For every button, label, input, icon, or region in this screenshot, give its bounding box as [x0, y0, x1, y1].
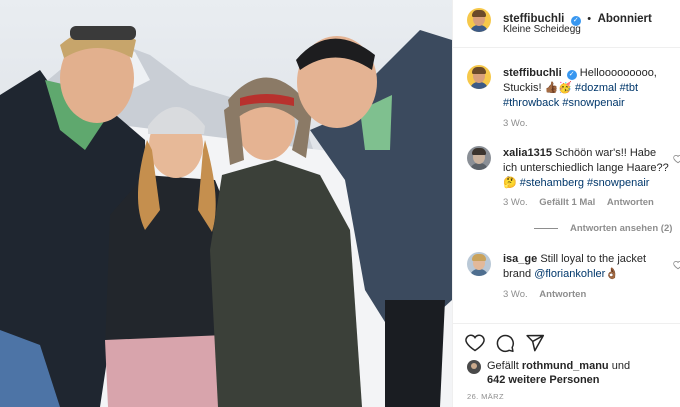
- caption-time[interactable]: 3 Wo.: [503, 118, 528, 129]
- comment-text: xalia1315 Schöön war's!! Habe ich unters…: [503, 146, 673, 191]
- comment-likes[interactable]: Gefällt 1 Mal: [539, 197, 595, 208]
- separator-dot: •: [587, 13, 592, 25]
- hashtag-link[interactable]: #throwback: [503, 97, 559, 109]
- likes-suffix: und: [611, 360, 631, 372]
- comment-icon[interactable]: [495, 333, 515, 353]
- likes-summary: Gefällt rothmund_manu und 642 weitere Pe…: [487, 359, 630, 387]
- caption-meta: 3 Wo.: [503, 118, 537, 129]
- group-photo-illustration: [0, 26, 452, 407]
- mention-link[interactable]: @floriankohler: [534, 268, 605, 280]
- commenter-avatar[interactable]: [467, 146, 491, 170]
- share-icon[interactable]: [525, 333, 545, 353]
- hashtag-link[interactable]: #snowpenair: [587, 177, 649, 189]
- view-replies-button[interactable]: Antworten ansehen (2): [534, 223, 672, 234]
- follow-status-button[interactable]: Abonniert: [598, 13, 652, 25]
- hashtag-link[interactable]: #snowpenair: [562, 97, 624, 109]
- commenter-username-link[interactable]: xalia1315: [503, 147, 552, 159]
- comment-time[interactable]: 3 Wo.: [503, 289, 528, 300]
- heart-icon[interactable]: [465, 333, 485, 353]
- replies-divider: [534, 227, 558, 229]
- caption-username-link[interactable]: steffibuchli: [503, 67, 562, 79]
- verified-badge-icon: ✓: [566, 70, 577, 80]
- post-photo[interactable]: [0, 0, 452, 407]
- post-header: steffibuchli ✓ • Abonniert Kleine Scheid…: [453, 0, 680, 48]
- reply-button[interactable]: Antworten: [539, 289, 586, 300]
- post-side-panel: steffibuchli ✓ • Abonniert Kleine Scheid…: [452, 0, 680, 407]
- liker-avatar[interactable]: [467, 360, 481, 374]
- reply-button[interactable]: Antworten: [607, 197, 654, 208]
- hashtag-link[interactable]: #tbt: [620, 82, 638, 94]
- location-link[interactable]: Kleine Scheidegg: [503, 24, 581, 35]
- hashtag-link[interactable]: #dozmal: [575, 82, 617, 94]
- commenter-avatar[interactable]: [467, 252, 491, 276]
- post-date[interactable]: 26. MÄRZ: [467, 392, 504, 401]
- caption-author-avatar[interactable]: [467, 65, 491, 89]
- comment-meta: 3 Wo. Antworten: [503, 289, 595, 300]
- comment-emoji: 👌🏾: [605, 268, 619, 280]
- likes-prefix: Gefällt: [487, 360, 519, 372]
- comment-text: isa_ge Still loyal to the jacket brand @…: [503, 252, 673, 282]
- hashtag-link[interactable]: #stehamberg: [520, 177, 584, 189]
- commenter-username-link[interactable]: isa_ge: [503, 253, 537, 265]
- small-heart-icon[interactable]: [673, 154, 680, 164]
- liker-username-link[interactable]: rothmund_manu: [522, 360, 609, 372]
- author-avatar[interactable]: [467, 8, 491, 32]
- view-replies-label: Antworten ansehen (2): [570, 223, 673, 234]
- comment-meta: 3 Wo. Gefällt 1 Mal Antworten: [503, 197, 663, 208]
- post-actions-bar: Gefällt rothmund_manu und 642 weitere Pe…: [453, 323, 680, 407]
- small-heart-icon[interactable]: [673, 260, 680, 270]
- other-likers-link[interactable]: 642 weitere Personen: [487, 374, 600, 386]
- comment-time[interactable]: 3 Wo.: [503, 197, 528, 208]
- caption-text: steffibuchli ✓ Hellooooooooo, Stuckis! 👍…: [503, 66, 673, 111]
